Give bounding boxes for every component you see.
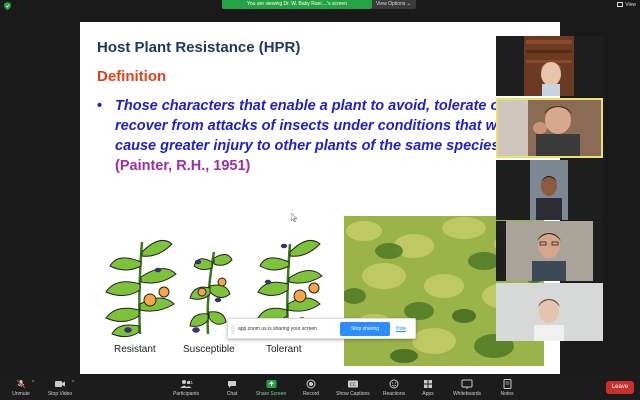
- label-susceptible: Susceptible: [183, 344, 235, 355]
- slide-definition-heading: Definition: [97, 68, 167, 85]
- slide-citation: (Painter, R.H., 1951): [115, 158, 251, 174]
- chat-icon: [228, 381, 236, 388]
- chat-button[interactable]: Chat: [222, 376, 242, 400]
- apps-label: Apps: [422, 391, 434, 397]
- record-icon: [306, 379, 316, 389]
- participant-video: [496, 283, 603, 341]
- slide-body: • Those characters that enable a plant t…: [97, 96, 557, 176]
- reactions-icon: [389, 379, 399, 389]
- share-message: app.zoom.us is sharing your screen.: [238, 326, 319, 332]
- participant-tile-3[interactable]: [496, 160, 603, 220]
- reactions-button[interactable]: Reactions: [380, 376, 408, 400]
- stop-video-label: Stop Video: [47, 391, 73, 397]
- participants-button[interactable]: 51 Participants: [168, 376, 204, 400]
- view-options-button[interactable]: View Options ⌄: [372, 0, 416, 9]
- whiteboards-label: Whiteboards: [452, 391, 482, 397]
- participant-video: [496, 36, 603, 96]
- leave-button[interactable]: Leave: [606, 381, 634, 394]
- whiteboards-button[interactable]: Whiteboards: [450, 376, 484, 400]
- view-button[interactable]: View: [617, 1, 636, 10]
- participant-tile-4[interactable]: [496, 221, 603, 281]
- whiteboard-icon: [461, 379, 473, 389]
- meeting-toolbar: Unmute ^ Stop Video ^ 51 Participants Ch…: [0, 376, 640, 400]
- drag-handle-icon[interactable]: [231, 325, 235, 334]
- participant-video: [496, 160, 603, 220]
- apps-button[interactable]: Apps: [418, 376, 438, 400]
- chat-label: Chat: [226, 391, 238, 397]
- share-screen-icon: [266, 380, 276, 388]
- microphone-muted-icon: [16, 379, 26, 389]
- svg-text:CC: CC: [350, 382, 356, 388]
- reactions-label: Reactions: [382, 391, 406, 397]
- mouse-cursor-icon: [291, 213, 297, 222]
- chevron-down-icon: ⌄: [406, 1, 411, 7]
- share-screen-button[interactable]: Share Screen: [252, 376, 290, 400]
- label-tolerant: Tolerant: [266, 344, 302, 355]
- notes-label: Notes: [500, 391, 514, 397]
- screen-share-notification: app.zoom.us is sharing your screen. Stop…: [227, 318, 416, 339]
- view-options-label: View Options: [376, 1, 406, 7]
- hide-button[interactable]: Hide: [396, 319, 406, 340]
- grid-icon: [617, 2, 624, 8]
- unmute-label: Unmute: [12, 391, 30, 397]
- record-button[interactable]: Record: [300, 376, 322, 400]
- stop-sharing-button[interactable]: Stop sharing: [340, 322, 390, 336]
- participants-label: Participants: [172, 391, 200, 397]
- show-captions-label: Show Captions: [336, 391, 370, 397]
- notes-icon: [503, 379, 511, 389]
- bullet: •: [97, 98, 103, 114]
- participant-tile-5[interactable]: [496, 283, 603, 341]
- chevron-up-icon[interactable]: ^: [72, 380, 74, 386]
- show-captions-button[interactable]: CC Show Captions: [334, 376, 372, 400]
- shield-icon: [4, 2, 11, 10]
- participant-video: [498, 100, 601, 156]
- zoom-window: You are viewing Dr. W. Baby Rani ...'s s…: [0, 0, 640, 400]
- susceptible-plant: [189, 251, 233, 335]
- slide-body-text: Those characters that enable a plant to …: [115, 98, 528, 154]
- viewing-banner: You are viewing Dr. W. Baby Rani ...'s s…: [222, 0, 372, 9]
- participant-video: [496, 221, 603, 281]
- apps-icon: [424, 380, 432, 388]
- record-label: Record: [302, 391, 320, 397]
- video-camera-icon: [55, 381, 65, 387]
- participant-tile-1[interactable]: [496, 36, 603, 96]
- share-screen-label: Share Screen: [255, 391, 287, 397]
- chevron-up-icon[interactable]: ^: [32, 380, 34, 386]
- notes-button[interactable]: Notes: [496, 376, 518, 400]
- participant-tile-2-active[interactable]: [496, 98, 603, 158]
- participants-count: 51: [188, 380, 194, 385]
- captions-icon: CC: [348, 380, 358, 388]
- top-bar: You are viewing Dr. W. Baby Rani ...'s s…: [0, 0, 640, 11]
- view-label: View: [625, 2, 636, 8]
- label-resistant: Resistant: [114, 344, 156, 355]
- slide-title: Host Plant Resistance (HPR): [97, 39, 301, 56]
- resistant-plant: [105, 239, 177, 338]
